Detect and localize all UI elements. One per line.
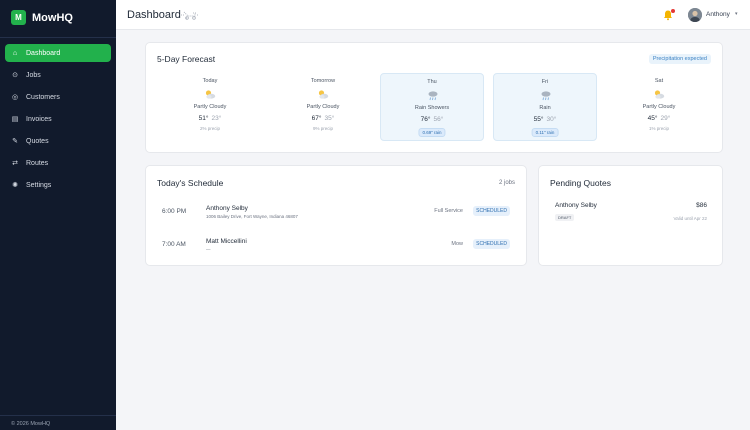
settings-icon: ✺: [12, 182, 18, 189]
partly-cloudy-icon: [654, 90, 665, 99]
temp-low: 35°: [324, 115, 335, 122]
forecast-day-sat: Sat Partly Cloudy 45° 29° 1% precip: [607, 73, 711, 141]
avatar-image: [688, 8, 702, 22]
status-badge[interactable]: SCHEDULED: [473, 239, 510, 249]
forecast-day-today: Today Partly Cloudy 51° 23° 2% precip: [158, 73, 262, 141]
day-condition: Partly Cloudy: [193, 104, 227, 110]
sidebar-item-label: Quotes: [26, 137, 49, 145]
day-condition: Partly Cloudy: [642, 104, 676, 110]
rain-icon: [541, 91, 551, 101]
job-count: 2 jobs: [498, 180, 515, 186]
quotes-card: Pending Quotes Anthony Selby $86 DRAFT V…: [538, 165, 723, 266]
day-temperatures: 67° 35°: [271, 115, 375, 122]
job-row[interactable]: 6:00 PM Anthony Selby 1006 Bailey Drive,…: [146, 199, 526, 229]
day-precip: 2% precip: [199, 126, 220, 131]
day-name: Fri: [541, 79, 549, 85]
brand-name: MowHQ: [32, 11, 73, 24]
topbar: Dashboard Anthony ▾: [116, 0, 750, 30]
sidebar: M MowHQ ⌂ Dashboard ⊙ Jobs ◎ Customers ▤…: [0, 0, 116, 430]
invoices-icon: ▤: [11, 116, 19, 123]
rain-amount-badge: 0.69" rain: [418, 128, 446, 137]
quote-valid-until: Valid until Apr 22: [673, 216, 707, 221]
partly-cloudy-icon: [318, 90, 329, 99]
temp-high: 51°: [198, 115, 209, 122]
forecast-title: 5-Day Forecast: [157, 54, 216, 64]
schedule-title: Today's Schedule: [157, 178, 224, 188]
quote-status-badge: DRAFT: [555, 214, 575, 221]
day-temperatures: 55° 30°: [494, 116, 596, 123]
notification-dot: [671, 9, 675, 13]
quote-client[interactable]: Anthony Selby: [555, 202, 597, 209]
quotes-icon: ✎: [12, 138, 18, 145]
job-time: 6:00 PM: [162, 208, 187, 215]
home-icon: ⌂: [12, 49, 18, 57]
brand-logo: M: [11, 10, 26, 25]
day-precip: 1% precip: [648, 126, 669, 131]
day-condition: Rain: [539, 105, 551, 111]
job-client: Matt Miccellini: [206, 238, 247, 245]
rain-amount-badge: 0.11" rain: [531, 128, 559, 137]
user-name[interactable]: Anthony: [706, 11, 730, 18]
day-name: Thu: [427, 79, 437, 85]
day-condition: Rain Showers: [414, 105, 450, 111]
partly-cloudy-icon: [205, 90, 216, 99]
sidebar-footer: © 2026 MowHQ: [0, 415, 116, 430]
temp-high: 76°: [420, 116, 431, 123]
sidebar-item-settings[interactable]: ✺ Settings: [5, 176, 111, 194]
chevron-down-icon[interactable]: ▾: [735, 11, 738, 17]
forecast-day-tomorrow: Tomorrow Partly Cloudy 67° 35° 9% precip: [271, 73, 375, 141]
day-temperatures: 45° 29°: [607, 115, 711, 122]
sidebar-item-dashboard[interactable]: ⌂ Dashboard: [5, 44, 111, 62]
mower-icon: [181, 11, 199, 20]
temp-high: 55°: [533, 116, 544, 123]
forecast-day-thu: Thu Rain Showers 76° 56° 0.69" rain: [380, 73, 484, 141]
routes-icon: ⇄: [12, 160, 18, 167]
day-temperatures: 51° 23°: [158, 115, 262, 122]
sidebar-item-routes[interactable]: ⇄ Routes: [5, 154, 111, 172]
sidebar-item-customers[interactable]: ◎ Customers: [5, 88, 111, 106]
rain-icon: [428, 91, 438, 101]
forecast-day-fri: Fri Rain 55° 30° 0.11" rain: [493, 73, 597, 141]
day-name: Tomorrow: [310, 78, 336, 84]
temp-low: 29°: [660, 115, 671, 122]
precipitation-badge: Precipitation expected: [648, 54, 711, 64]
temp-low: 30°: [546, 116, 557, 123]
schedule-card: Today's Schedule 2 jobs 6:00 PM Anthony …: [145, 165, 527, 266]
day-name: Today: [202, 78, 218, 84]
customers-icon: ◎: [11, 94, 19, 101]
sidebar-item-invoices[interactable]: ▤ Invoices: [5, 110, 111, 128]
job-row[interactable]: 7:00 AM Matt Miccellini — Mow SCHEDULED: [146, 232, 526, 262]
avatar[interactable]: [688, 8, 702, 22]
job-time: 7:00 AM: [162, 241, 186, 248]
sidebar-item-label: Dashboard: [26, 49, 61, 57]
sidebar-item-quotes[interactable]: ✎ Quotes: [5, 132, 111, 150]
quotes-title: Pending Quotes: [550, 178, 611, 188]
job-service: Full Service: [434, 208, 463, 214]
sidebar-item-label: Invoices: [26, 115, 52, 123]
day-name: Sat: [654, 78, 664, 84]
page-title: Dashboard: [127, 9, 181, 21]
job-address: —: [206, 247, 211, 252]
status-badge[interactable]: SCHEDULED: [473, 206, 510, 216]
sidebar-item-label: Customers: [26, 93, 60, 101]
day-precip: 9% precip: [312, 126, 333, 131]
forecast-card: 5-Day Forecast Precipitation expected To…: [145, 42, 723, 153]
temp-low: 23°: [211, 115, 222, 122]
brand-divider: [0, 37, 116, 38]
sidebar-item-label: Jobs: [26, 71, 41, 79]
sidebar-item-label: Settings: [26, 181, 52, 189]
temp-high: 67°: [311, 115, 322, 122]
sidebar-item-label: Routes: [26, 159, 49, 167]
job-address: 1006 Bailey Drive, Fort Wayne, Indiana 4…: [206, 214, 298, 219]
day-condition: Partly Cloudy: [306, 104, 340, 110]
brand[interactable]: M MowHQ: [0, 0, 116, 35]
temp-low: 56°: [433, 116, 444, 123]
jobs-icon: ⊙: [12, 72, 18, 79]
sidebar-item-jobs[interactable]: ⊙ Jobs: [5, 66, 111, 84]
job-service: Mow: [451, 241, 463, 247]
quote-amount: $86: [696, 202, 707, 209]
job-client: Anthony Selby: [206, 205, 248, 212]
temp-high: 45°: [647, 115, 658, 122]
day-temperatures: 76° 56°: [381, 116, 483, 123]
